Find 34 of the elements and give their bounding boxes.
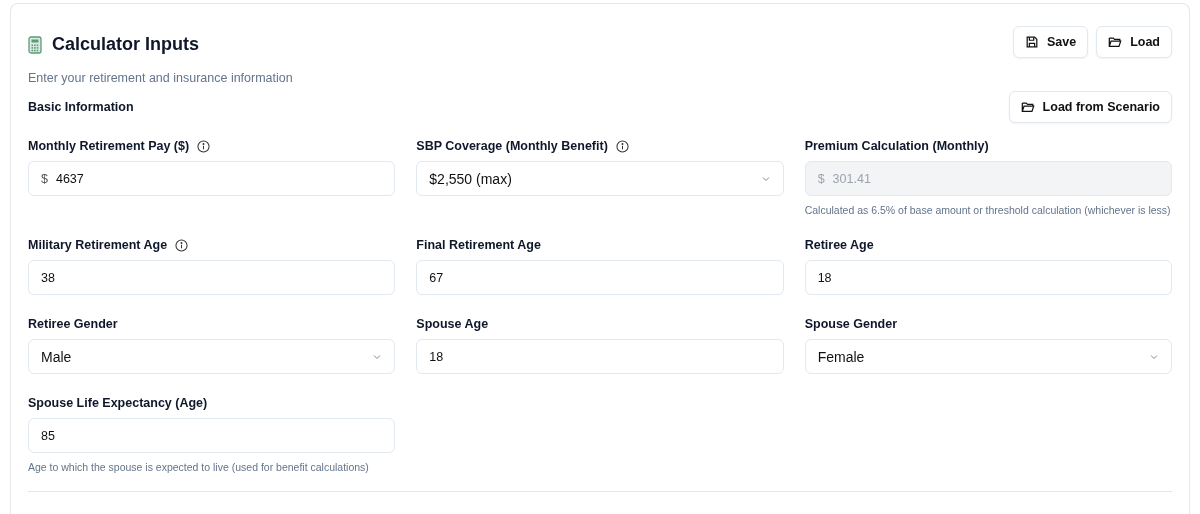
field-label: Retiree Gender	[28, 317, 118, 331]
section-title: Basic Information	[28, 100, 134, 114]
folder-icon	[1108, 35, 1123, 49]
field-label: Premium Calculation (Monthly)	[804, 139, 989, 153]
calculator-icon	[28, 35, 42, 54]
info-icon[interactable]	[175, 238, 189, 252]
number-field[interactable]: 67	[416, 260, 784, 295]
number-field[interactable]: 38	[28, 260, 396, 295]
load-button[interactable]: Load	[1096, 26, 1172, 58]
field-label: Spouse Gender	[804, 317, 898, 331]
card-title: Calculator Inputs	[52, 34, 199, 55]
folder-icon	[1020, 100, 1035, 114]
field-label: Military Retirement Age	[28, 238, 168, 252]
field-label: Monthly Retirement Pay ($)	[28, 139, 190, 153]
field-label: Spouse Life Expectancy (Age)	[28, 396, 208, 410]
field-label: Final Retirement Age	[416, 238, 541, 252]
field-label: Retiree Age	[804, 238, 874, 252]
info-icon[interactable]	[615, 139, 629, 153]
number-field[interactable]: 18	[416, 339, 784, 374]
select-field[interactable]: Male	[28, 339, 396, 374]
field-label: Spouse Age	[416, 317, 489, 331]
card-subtitle: Enter your retirement and insurance information	[28, 71, 293, 85]
info-icon[interactable]	[197, 139, 211, 153]
helper-text: Calculated as 6.5% of base amount or threshold calculation (whichever is less)	[804, 204, 1172, 216]
currency-field[interactable]: $ 4637	[28, 161, 396, 196]
select-field[interactable]: $2,550 (max)	[416, 161, 784, 196]
save-icon	[1024, 35, 1039, 49]
number-field[interactable]: 18	[804, 260, 1172, 295]
number-field[interactable]: 85	[28, 418, 396, 453]
field-label: SBP Coverage (Monthly Benefit)	[416, 139, 608, 153]
save-button[interactable]: Save	[1012, 26, 1089, 58]
select-field[interactable]: Female	[804, 339, 1172, 374]
load-scenario-button[interactable]: Load from Scenario	[1008, 91, 1172, 123]
helper-text: Age to which the spouse is expected to live (used for benefit calculations)	[28, 461, 370, 473]
